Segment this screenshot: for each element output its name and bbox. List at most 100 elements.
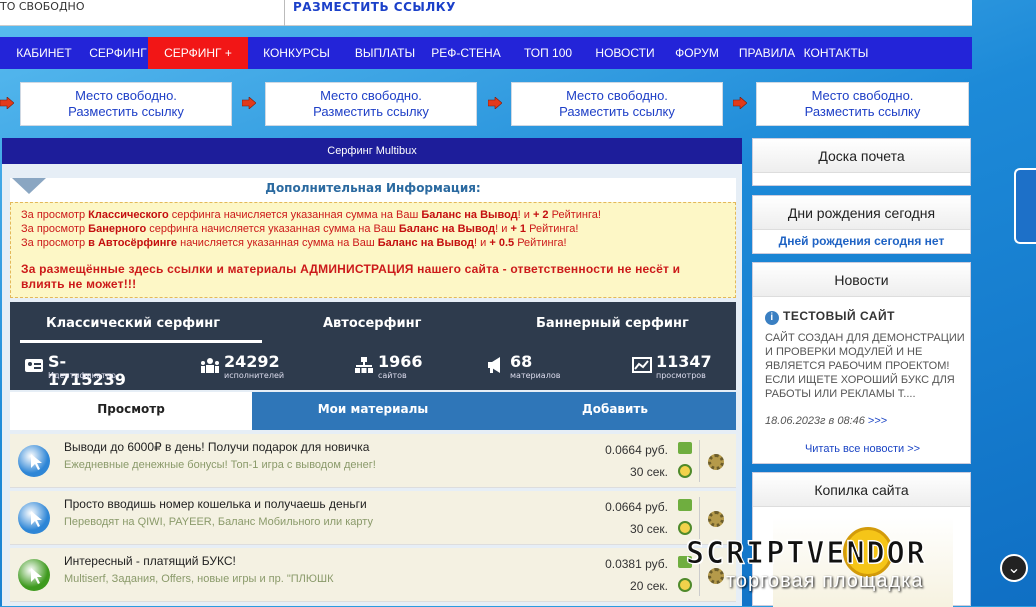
row-price: 0.0381 руб.: [605, 557, 668, 571]
row-title[interactable]: Просто вводишь номер кошелька и получаеш…: [64, 497, 367, 511]
arrow-right-icon: [242, 97, 256, 109]
stat-caption: просмотров: [656, 371, 706, 380]
stat-caption: материалов: [510, 371, 561, 380]
row-play-icon[interactable]: [18, 502, 50, 534]
news-item-title[interactable]: i ТЕСТОВЫЙ САЙТ: [765, 309, 895, 325]
note-part: + 0.5: [489, 237, 515, 249]
row-time: 20 сек.: [630, 579, 668, 593]
nav-item[interactable]: РЕФ-СТЕНА: [425, 37, 507, 69]
note-part: Рейтинга!: [548, 209, 601, 221]
note-lines: За просмотр Классического серфинга начис…: [21, 208, 725, 250]
news-more-link[interactable]: >>>: [868, 415, 887, 427]
news-box: Новости i ТЕСТОВЫЙ САЙТ САЙТ СОЗДАН ДЛЯ Д…: [752, 262, 971, 464]
gear-icon[interactable]: [708, 454, 724, 470]
tab-classic-surfing[interactable]: Классический серфинг: [46, 316, 220, 331]
row-subtitle: Переводят на QIWI, PAYEER, Баланс Мобиль…: [64, 516, 373, 528]
note-part: в Автосёрфинге: [88, 237, 178, 249]
stat-caption: сайтов: [378, 371, 407, 380]
watermark: SCRIPTVENDOR торговая площадка: [686, 536, 1026, 606]
stat-caption: исполнителей: [224, 371, 285, 380]
nav-item[interactable]: СЕРФИНГ: [88, 37, 148, 69]
ad-line-2: Разместить ссылку: [804, 104, 921, 119]
note-part: Рейтинга!: [526, 223, 579, 235]
ad-line-1: Место свободно.: [811, 88, 914, 103]
ad-line-1: Место свободно.: [566, 88, 668, 103]
side-feedback-tab[interactable]: [1014, 168, 1036, 244]
panel-title: Серфинг Multibux: [2, 138, 742, 164]
note-part: серфинга начисляется указанная сумма на …: [146, 223, 399, 235]
nav-item[interactable]: КОНКУРСЫ: [248, 37, 345, 69]
nav-item[interactable]: КАБИНЕТ: [0, 37, 88, 69]
note-line: За просмотр Банерного серфинга начисляет…: [21, 222, 725, 236]
note-part: Рейтинга!: [514, 237, 567, 249]
note-line: За просмотр в Автосёрфинге начисляется у…: [21, 236, 725, 250]
note-part: За просмотр: [21, 209, 89, 221]
surfing-panel: Серфинг Multibux Дополнительная Информац…: [2, 138, 742, 606]
ad-slot-4[interactable]: Место свободно. Разместить ссылку: [756, 82, 969, 126]
tab-add[interactable]: Добавить: [494, 392, 736, 430]
note-part: ! и: [495, 223, 511, 235]
nav-item[interactable]: СЕРФИНГ +: [148, 37, 248, 69]
tab-view[interactable]: Просмотр: [10, 392, 252, 430]
stat-value: 68: [510, 352, 533, 371]
top-strip: ТО СВОБОДНО РАЗМЕСТИТЬ ССЫЛКУ: [0, 0, 972, 26]
nav-item[interactable]: НОВОСТИ: [589, 37, 661, 69]
row-title[interactable]: Выводи до 6000₽ в день! Получи подарок д…: [64, 440, 369, 454]
ad-banner-row: Место свободно. Разместить ссылку Место с…: [0, 82, 972, 126]
info-title: Дополнительная Информация:: [265, 181, 481, 195]
surf-row[interactable]: Выводи до 6000₽ в день! Получи подарок д…: [10, 434, 736, 488]
row-subtitle: Ежедневные денежные бонусы! Топ-1 игра с…: [64, 459, 376, 471]
row-time: 30 сек.: [630, 522, 668, 536]
scroll-down-button[interactable]: ⌄: [1000, 554, 1028, 582]
note-part: начисляется указанная сумма на Ваш: [177, 237, 378, 249]
ad-slot-1[interactable]: Место свободно. Разместить ссылку: [20, 82, 232, 126]
row-price: 0.0664 руб.: [605, 500, 668, 514]
note-part: Баланс на Вывод: [398, 223, 496, 235]
row-subtitle: Multiserf, Задания, Offers, новые игры и…: [64, 573, 334, 585]
all-news-link[interactable]: Читать все новости >>: [753, 443, 972, 455]
place-link[interactable]: РАЗМЕСТИТЬ ССЫЛКУ: [293, 0, 456, 14]
note-part: Банерного: [88, 223, 147, 235]
note-line: За просмотр Классического серфинга начис…: [21, 208, 725, 222]
nav-item[interactable]: КОНТАКТЫ: [801, 37, 871, 69]
arrow-right-icon: [733, 97, 747, 109]
gear-icon[interactable]: [708, 511, 724, 527]
honor-board: Доска почета: [752, 138, 971, 186]
row-title[interactable]: Интересный - платящий БУКС!: [64, 554, 236, 568]
surf-row[interactable]: Интересный - платящий БУКС! Multiserf, За…: [10, 548, 736, 602]
birthdays-title: Дни рождения сегодня: [753, 196, 970, 230]
row-divider: [699, 497, 700, 539]
news-date: 18.06.2023г в 08:46 >>>: [765, 415, 887, 427]
nav-item[interactable]: ПРАВИЛА: [733, 37, 801, 69]
ad-line-2: Разместить ссылку: [68, 104, 184, 119]
birthdays-none: Дней рождения сегодня нет: [778, 234, 945, 248]
tab-my-materials[interactable]: Мои материалы: [252, 392, 494, 430]
surf-row[interactable]: Просто вводишь номер кошелька и получаеш…: [10, 491, 736, 545]
birthdays-box: Дни рождения сегодня Дней рождения сегод…: [752, 195, 971, 254]
top-divider: [284, 0, 285, 26]
tab-banner-surfing[interactable]: Баннерный серфинг: [536, 316, 689, 331]
piggy-bank-title: Копилка сайта: [753, 473, 970, 507]
nav-item[interactable]: ВЫПЛАТЫ: [345, 37, 425, 69]
note-part: За просмотр: [21, 223, 89, 235]
stats-panel: Классический серфинг Автосерфинг Баннерн…: [10, 302, 736, 390]
ad-line-2: Разместить ссылку: [313, 104, 429, 119]
chart-icon: [632, 357, 652, 373]
note-part: серфинга начисляется указанная сумма на …: [168, 209, 422, 221]
row-play-icon[interactable]: [18, 445, 50, 477]
tab-auto-surfing[interactable]: Автосерфинг: [323, 316, 421, 331]
nav-item[interactable]: ФОРУМ: [661, 37, 733, 69]
clock-icon: [678, 464, 692, 478]
money-icon: [678, 499, 692, 511]
note-part: За просмотр: [21, 237, 89, 249]
ad-slot-2[interactable]: Место свободно. Разместить ссылку: [265, 82, 477, 126]
row-play-icon[interactable]: [18, 559, 50, 591]
active-tab-underline: [20, 340, 262, 343]
megaphone-icon: [488, 357, 500, 373]
nav-item[interactable]: ТОП 100: [507, 37, 589, 69]
info-icon: i: [765, 311, 779, 325]
stat-value: 24292: [224, 352, 280, 371]
note-part: ! и: [517, 209, 533, 221]
ad-slot-3[interactable]: Место свободно. Разместить ссылку: [511, 82, 723, 126]
arrow-right-icon: [0, 97, 14, 109]
